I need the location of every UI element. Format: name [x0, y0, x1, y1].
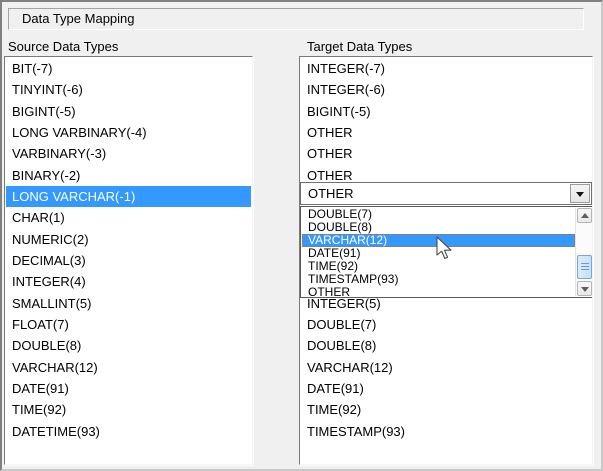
scrollbar-down-button[interactable]: [577, 281, 592, 296]
source-data-types-list[interactable]: BIT(-7)TINYINT(-6)BIGINT(-5)LONG VARBINA…: [4, 56, 253, 465]
scrollbar-up-button[interactable]: [577, 208, 592, 223]
source-list-item[interactable]: VARBINARY(-3): [6, 143, 251, 164]
source-list-item[interactable]: VARCHAR(12): [6, 357, 251, 378]
source-list-item[interactable]: DECIMAL(3): [6, 250, 251, 271]
source-list-item[interactable]: DATETIME(93): [6, 421, 251, 442]
target-list-item[interactable]: DATE(91): [301, 378, 591, 399]
target-list-item[interactable]: TIMESTAMP(93): [301, 421, 591, 442]
dropdown-item[interactable]: DOUBLE(8): [302, 221, 575, 234]
mouse-cursor-icon: [436, 236, 453, 261]
source-list-item[interactable]: BINARY(-2): [6, 165, 251, 186]
source-list-item[interactable]: TINYINT(-6): [6, 79, 251, 100]
combobox-value[interactable]: OTHER: [301, 183, 569, 204]
triangle-down-icon: [576, 192, 584, 197]
source-list-item[interactable]: FLOAT(7): [6, 314, 251, 335]
target-type-combobox[interactable]: OTHER: [300, 182, 592, 205]
source-list-item[interactable]: NUMERIC(2): [6, 229, 251, 250]
page-title: Data Type Mapping: [22, 11, 135, 26]
target-list-label: Target Data Types: [307, 39, 412, 55]
scrollbar-grip-icon: [581, 263, 589, 270]
source-list-item[interactable]: BIT(-7): [6, 58, 251, 79]
dropdown-item[interactable]: TIME(92): [302, 260, 575, 273]
source-list-label: Source Data Types: [8, 39, 118, 55]
dropdown-scrollbar[interactable]: [575, 208, 592, 296]
dropdown-item[interactable]: TIMESTAMP(93): [302, 273, 575, 286]
source-list-item[interactable]: SMALLINT(5): [6, 293, 251, 314]
scrollbar-thumb[interactable]: [577, 255, 592, 279]
data-type-mapping-window: Data Type Mapping Source Data Types Targ…: [0, 0, 603, 471]
target-list-item[interactable]: INTEGER(-7): [301, 58, 591, 79]
source-list-item[interactable]: CHAR(1): [6, 207, 251, 228]
source-list-item[interactable]: INTEGER(4): [6, 271, 251, 292]
header-bar: Data Type Mapping: [8, 8, 584, 30]
source-list-item[interactable]: DOUBLE(8): [6, 335, 251, 356]
dropdown-item[interactable]: OTHER: [302, 286, 575, 299]
target-list-item[interactable]: BIGINT(-5): [301, 101, 591, 122]
dropdown-item[interactable]: DOUBLE(7): [302, 208, 575, 221]
target-list-item[interactable]: VARCHAR(12): [301, 357, 591, 378]
source-list-item[interactable]: LONG VARCHAR(-1): [6, 186, 251, 207]
source-list-item[interactable]: BIGINT(-5): [6, 101, 251, 122]
target-list-item[interactable]: INTEGER(-6): [301, 79, 591, 100]
target-list-item[interactable]: DOUBLE(7): [301, 314, 591, 335]
combobox-dropdown-button[interactable]: [570, 184, 590, 203]
arrow-up-icon: [581, 213, 589, 218]
target-list-item[interactable]: OTHER: [301, 143, 591, 164]
arrow-down-icon: [581, 287, 589, 292]
target-list-item[interactable]: DOUBLE(8): [301, 335, 591, 356]
source-list-item[interactable]: TIME(92): [6, 399, 251, 420]
source-list-item[interactable]: LONG VARBINARY(-4): [6, 122, 251, 143]
target-list-item[interactable]: TIME(92): [301, 399, 591, 420]
source-list-item[interactable]: DATE(91): [6, 378, 251, 399]
target-list-item[interactable]: OTHER: [301, 122, 591, 143]
